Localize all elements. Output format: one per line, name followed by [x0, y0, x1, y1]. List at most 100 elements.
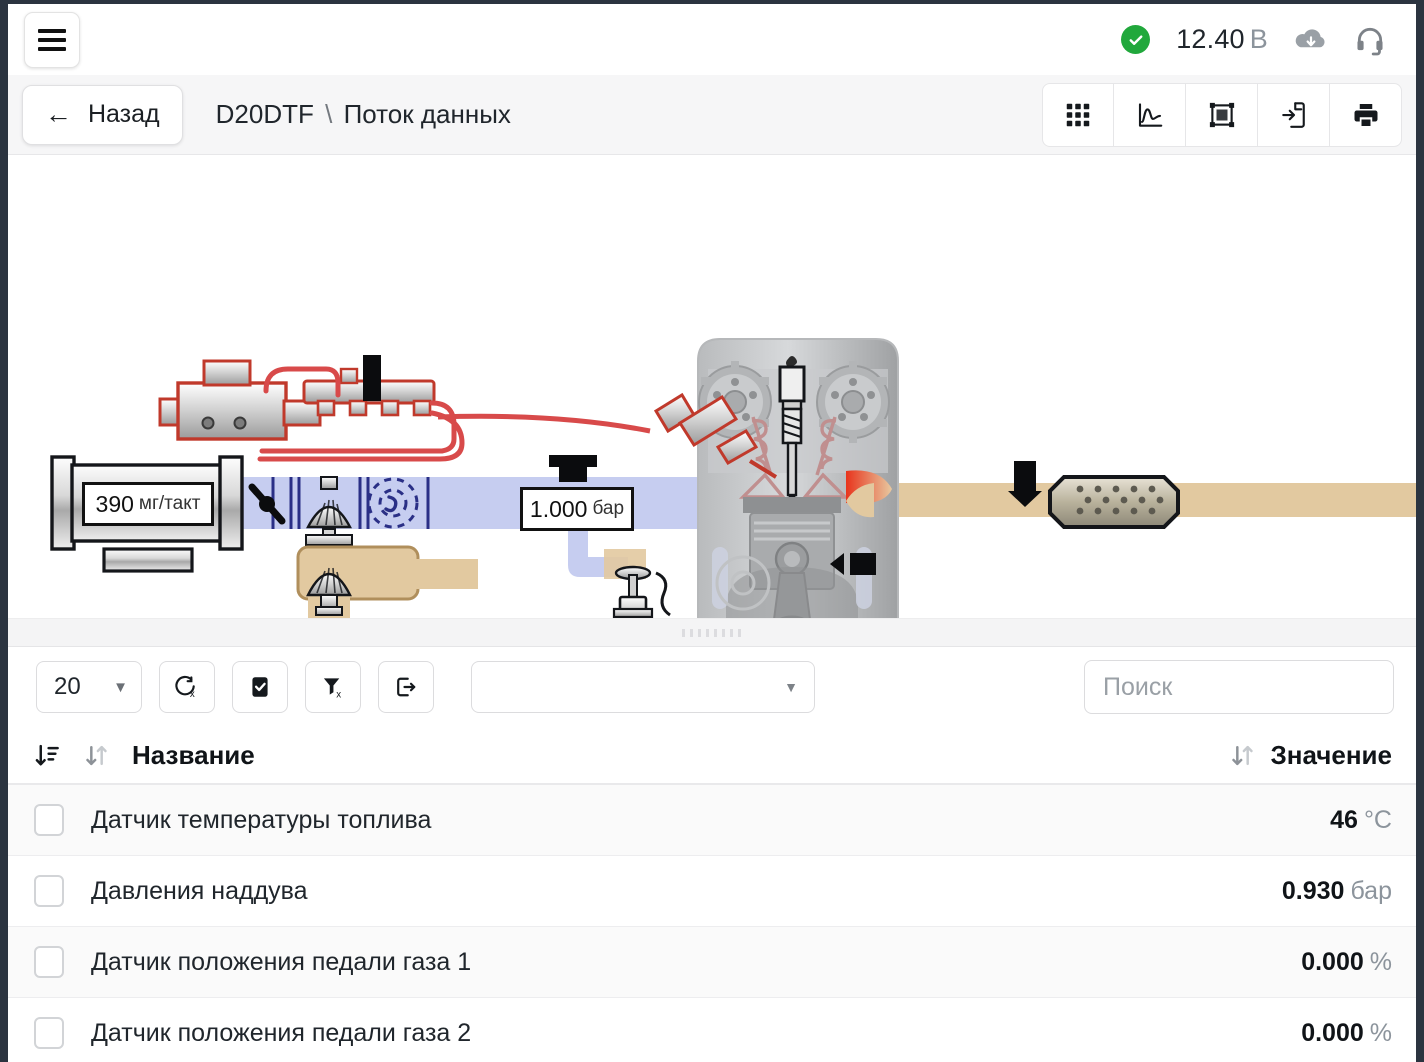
high-pressure-fuel-pump — [158, 359, 322, 441]
page-size-select[interactable]: 20 ▼ — [36, 661, 142, 713]
intake-duct — [223, 477, 753, 529]
status-bar: 12.40 В — [8, 4, 1416, 75]
select-all-button[interactable] — [232, 661, 288, 713]
hamburger-menu-button[interactable] — [24, 11, 80, 68]
breadcrumb-current: Поток данных — [343, 99, 511, 129]
view-toolbar — [1042, 82, 1402, 147]
back-button[interactable]: ← Назад — [22, 84, 183, 145]
row-value-number: 0.000 — [1301, 1018, 1364, 1047]
row-value-unit: °C — [1363, 805, 1392, 834]
row-checkbox[interactable] — [34, 946, 64, 978]
breadcrumb-root[interactable]: D20DTF — [216, 99, 314, 129]
table-header-name-cell: Название — [34, 740, 1229, 771]
maf-unit: мг/такт — [138, 493, 201, 514]
engine-schematic-svg — [50, 338, 1416, 618]
row-name: Датчик положения педали газа 1 — [91, 947, 472, 976]
chevron-down-icon: ▼ — [113, 678, 128, 696]
row-checkbox[interactable] — [34, 875, 64, 907]
breadcrumb: D20DTF \ Поток данных — [216, 99, 511, 130]
svg-text:x: x — [336, 689, 341, 700]
column-header-name: Название — [132, 739, 255, 770]
hamburger-icon-bar — [38, 46, 66, 51]
navigation-bar: ← Назад D20DTF \ Поток данных — [8, 75, 1416, 155]
boost-readout: 1.000 бар — [520, 487, 634, 531]
back-button-label: Назад — [88, 100, 160, 128]
row-name: Давления наддува — [91, 876, 308, 905]
row-value-unit: % — [1369, 947, 1392, 976]
page-size-value: 20 — [54, 673, 81, 700]
row-checkbox[interactable] — [34, 804, 64, 836]
boost-value: 1.000 — [529, 495, 588, 522]
maf-readout: 390 мг/такт — [82, 482, 214, 526]
sort-toggle-name-icon[interactable] — [83, 742, 110, 769]
egr-crosspipe — [366, 559, 478, 589]
check-circle-icon — [1121, 25, 1151, 54]
row-value: 0.000% — [1301, 948, 1392, 977]
table-row[interactable]: Датчик положения педали газа 1 0.000% — [8, 927, 1416, 998]
row-value-unit: % — [1369, 1018, 1392, 1047]
column-header-value: Значение — [1270, 739, 1392, 770]
sort-descending-icon[interactable] — [34, 742, 61, 769]
file-export-icon — [1281, 101, 1305, 128]
table-row[interactable]: Давления наддува 0.930 бар — [8, 856, 1416, 927]
injector-feed-line — [437, 413, 651, 434]
headset-icon[interactable] — [1354, 24, 1386, 56]
table-toolbar: 20 ▼ x x ▼ Поиск — [8, 647, 1416, 727]
row-value-number: 0.930 — [1281, 876, 1345, 905]
engine-block — [697, 338, 899, 618]
frame-select-icon — [1209, 102, 1234, 127]
clear-circle-icon: x — [175, 675, 195, 700]
arrow-left-icon: ← — [45, 99, 72, 129]
clear-selection-button[interactable]: x — [159, 661, 215, 713]
row-value: 0.930 бар — [1282, 877, 1392, 906]
breadcrumb-separator: \ — [325, 99, 333, 129]
checkbox-checked-icon — [252, 677, 268, 697]
egr-valve-icon — [612, 565, 654, 618]
export-button[interactable] — [1258, 82, 1330, 147]
print-button[interactable] — [1330, 82, 1402, 147]
clear-filter-button[interactable]: x — [305, 661, 361, 713]
rail-pressure-sensor-icon — [363, 355, 381, 401]
hamburger-icon-bar — [38, 37, 66, 42]
table-header-value-cell: Значение — [1229, 740, 1392, 771]
diagnostic-app-window: 12.40 В ← Назад D20DTF \ Поток данных 39… — [0, 0, 1424, 1062]
table-row[interactable]: Датчик температуры топлива 46 °C — [8, 785, 1416, 856]
battery-voltage-readout: 12.40 В — [1176, 24, 1268, 55]
status-indicators: 12.40 В — [1121, 24, 1400, 56]
graph-view-button[interactable] — [1114, 82, 1186, 147]
printer-icon — [1354, 103, 1377, 126]
chevron-down-icon: ▼ — [784, 679, 798, 695]
hamburger-icon — [38, 28, 66, 33]
resize-grip-icon — [682, 628, 742, 637]
search-input[interactable] — [1084, 660, 1394, 714]
engine-schematic-panel: 390мг/такт 1.000бар 14.50в 768об/мин Вык… — [8, 155, 1416, 619]
sort-toggle-value-icon[interactable] — [1229, 742, 1256, 769]
row-value: 46 °C — [1330, 806, 1392, 835]
table-header: Название Значение — [8, 727, 1416, 785]
group-filter-select[interactable]: ▼ — [471, 661, 815, 713]
svg-text:x: x — [190, 689, 195, 700]
voltage-value: 12.40 — [1176, 24, 1245, 54]
cloud-download-icon[interactable] — [1294, 27, 1328, 53]
export-list-button[interactable] — [378, 661, 434, 713]
row-value-number: 0.000 — [1301, 947, 1364, 976]
logout-arrow-icon — [397, 677, 416, 697]
filter-clear-icon: x — [323, 678, 341, 700]
row-value-number: 46 — [1330, 805, 1358, 834]
egr-hose — [655, 571, 671, 617]
engine-schematic: 390мг/такт 1.000бар 14.50в 768об/мин Вык… — [8, 155, 1416, 618]
snapshot-button[interactable] — [1186, 82, 1258, 147]
grid-icon — [1066, 103, 1090, 126]
row-value-unit: бар — [1350, 876, 1392, 905]
table-row[interactable]: Датчик положения педали газа 2 0.000% — [8, 998, 1416, 1062]
row-value: 0.000% — [1301, 1019, 1392, 1048]
row-name: Датчик температуры топлива — [91, 805, 432, 834]
catalytic-converter — [1048, 475, 1180, 529]
voltage-unit: В — [1249, 24, 1268, 54]
boost-unit: бар — [592, 498, 625, 519]
panel-resize-handle[interactable] — [8, 619, 1416, 647]
grid-view-button[interactable] — [1042, 82, 1114, 147]
row-checkbox[interactable] — [34, 1017, 64, 1049]
data-stream-table: Датчик температуры топлива 46 °C Давления… — [8, 785, 1416, 1062]
maf-value: 390 — [95, 490, 134, 517]
